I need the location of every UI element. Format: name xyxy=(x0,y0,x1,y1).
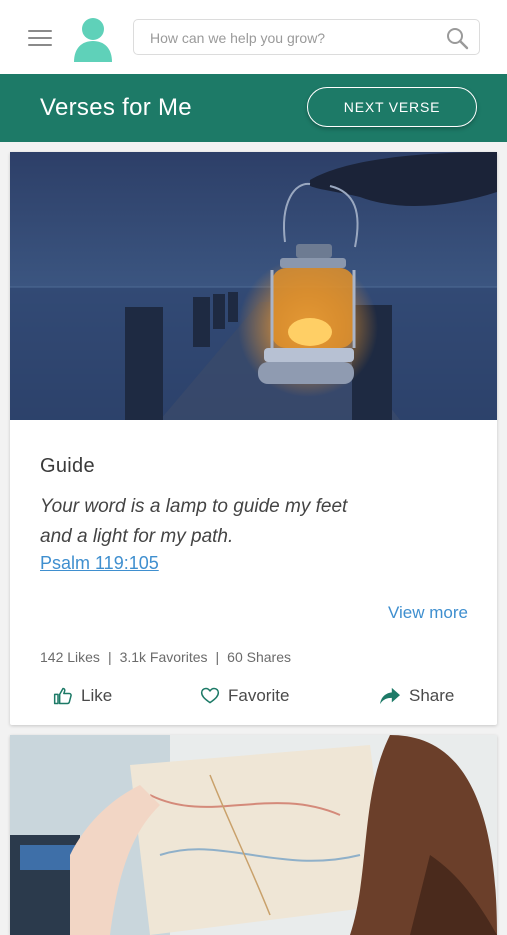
favorite-label: Favorite xyxy=(228,686,290,705)
share-label: Share xyxy=(409,686,455,705)
search-box xyxy=(133,19,480,56)
search-input[interactable] xyxy=(148,20,442,56)
search-icon[interactable] xyxy=(445,26,469,50)
stats-separator: | xyxy=(107,649,112,665)
share-button[interactable]: Share xyxy=(379,682,454,710)
next-verse-card xyxy=(10,735,497,935)
thumbs-up-icon xyxy=(53,687,72,705)
lantern-image xyxy=(10,152,497,420)
map-reading-image xyxy=(10,735,497,935)
favorites-count: 3.1k Favorites xyxy=(119,649,208,665)
heart-icon xyxy=(200,687,220,704)
share-arrow-icon xyxy=(380,687,400,705)
shares-count: 60 Shares xyxy=(227,649,291,665)
verse-line-1: Your word is a lamp to guide my feet xyxy=(40,496,348,517)
favorite-button[interactable]: Favorite xyxy=(200,682,289,710)
avatar-icon[interactable] xyxy=(72,16,114,62)
like-button[interactable]: Like xyxy=(53,682,112,710)
likes-count: 142 Likes xyxy=(40,649,100,665)
like-label: Like xyxy=(81,686,113,705)
stats-separator: | xyxy=(215,649,220,665)
view-more-link[interactable]: View more xyxy=(388,603,468,623)
verse-reference-link[interactable]: Psalm 119:105 xyxy=(40,553,159,574)
menu-icon[interactable] xyxy=(28,28,52,46)
page-title: Verses for Me xyxy=(40,94,192,121)
verses-banner: Verses for Me NEXT VERSE xyxy=(0,74,507,142)
card-stats: 142 Likes | 3.1k Favorites | 60 Shares xyxy=(40,649,291,665)
top-bar xyxy=(0,0,507,74)
verse-text: Your word is a lamp to guide my feet and… xyxy=(40,492,400,552)
card-actions: Like Favorite Share xyxy=(10,682,497,710)
card-title: Guide xyxy=(40,455,95,477)
next-verse-button[interactable]: NEXT VERSE xyxy=(307,87,477,127)
verse-card: Guide Your word is a lamp to guide my fe… xyxy=(10,152,497,725)
verse-line-2: and a light for my path. xyxy=(40,526,234,547)
